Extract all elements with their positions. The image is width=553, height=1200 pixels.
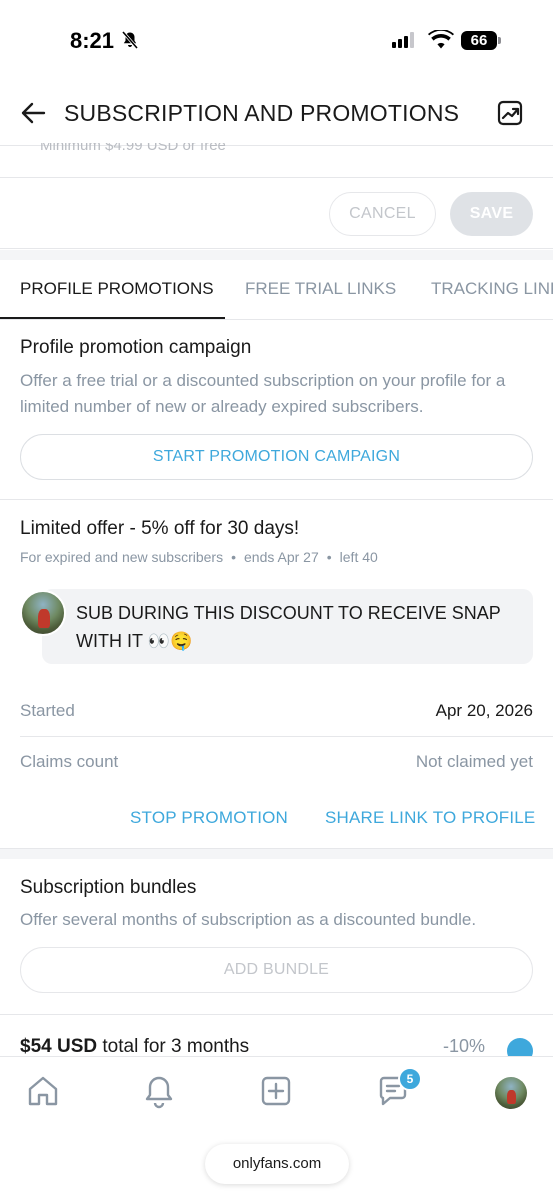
offer-end-date: ends Apr 27 — [244, 549, 319, 565]
save-button[interactable]: SAVE — [450, 192, 533, 236]
tab-free-trial-links[interactable]: FREE TRIAL LINKS — [245, 260, 396, 319]
battery-cap — [498, 37, 501, 44]
add-post-icon[interactable] — [258, 1073, 294, 1109]
notifications-icon[interactable] — [141, 1073, 177, 1109]
home-icon[interactable] — [25, 1073, 61, 1109]
stop-promotion-button[interactable]: STOP PROMOTION — [130, 808, 288, 828]
bundles-title: Subscription bundles — [20, 877, 197, 898]
offer-audience: For expired and new subscribers — [20, 549, 224, 565]
promotion-campaign-description: Offer a free trial or a discounted subsc… — [20, 371, 506, 416]
statistics-icon[interactable] — [497, 100, 523, 126]
wifi-icon — [428, 30, 454, 49]
claims-count-value: Not claimed yet — [415, 752, 533, 771]
cancel-button[interactable]: CANCEL — [329, 192, 436, 236]
bottom-nav: 5 onlyfans.com — [0, 1056, 553, 1200]
started-label: Started — [20, 701, 75, 720]
section-gap — [0, 250, 553, 260]
meta-separator: • — [231, 549, 237, 565]
claims-count-label: Claims count — [20, 752, 119, 771]
divider — [20, 736, 553, 737]
meta-separator: • — [326, 549, 332, 565]
url-bar[interactable]: onlyfans.com — [205, 1144, 349, 1184]
promotion-campaign-title: Profile promotion campaign — [20, 337, 252, 358]
divider — [0, 499, 553, 500]
status-time: 8:21 — [70, 28, 115, 53]
back-arrow-icon[interactable] — [20, 101, 46, 125]
save-row: CANCEL SAVE — [0, 177, 553, 249]
bundles-description: Offer several months of subscription as … — [20, 910, 477, 929]
offer-title: Limited offer - 5% off for 30 days! — [20, 518, 300, 539]
section-gap — [0, 849, 553, 859]
offer-meta: For expired and new subscribers • ends Apr… — [20, 549, 378, 565]
bundle-price: $54 USD — [20, 1036, 98, 1057]
tab-tracking-links[interactable]: TRACKING LINKS — [431, 260, 553, 319]
status-bar: 8:21 66 — [0, 0, 553, 80]
add-bundle-button[interactable]: ADD BUNDLE — [20, 947, 533, 993]
tab-bar: PROFILE PROMOTIONS FREE TRIAL LINKS TRAC… — [0, 260, 553, 320]
active-tab-indicator — [0, 317, 225, 319]
bell-off-icon — [122, 31, 138, 49]
started-value: Apr 20, 2026 — [435, 701, 533, 720]
bundle-discount: -10% — [442, 1036, 485, 1056]
offer-message-text: SUB DURING THIS DISCOUNT TO RECEIVE SNAP… — [76, 603, 501, 651]
share-link-button[interactable]: SHARE LINK TO PROFILE — [325, 808, 535, 828]
tab-profile-promotions[interactable]: PROFILE PROMOTIONS — [20, 260, 214, 319]
start-promotion-button[interactable]: START PROMOTION CAMPAIGN — [20, 434, 533, 480]
bundle-term: total for 3 months — [102, 1036, 250, 1057]
divider — [0, 1014, 553, 1015]
page-header: SUBSCRIPTION AND PROMOTIONS — [0, 80, 553, 146]
battery-indicator: 66 — [461, 31, 497, 50]
page-title: SUBSCRIPTION AND PROMOTIONS — [64, 100, 460, 126]
cellular-signal-icon — [392, 32, 414, 48]
profile-avatar[interactable] — [495, 1077, 527, 1109]
offer-message-bubble: SUB DURING THIS DISCOUNT TO RECEIVE SNAP… — [42, 589, 533, 664]
creator-avatar[interactable] — [20, 590, 66, 636]
offer-remaining: left 40 — [339, 549, 378, 565]
messages-badge: 5 — [398, 1067, 422, 1091]
